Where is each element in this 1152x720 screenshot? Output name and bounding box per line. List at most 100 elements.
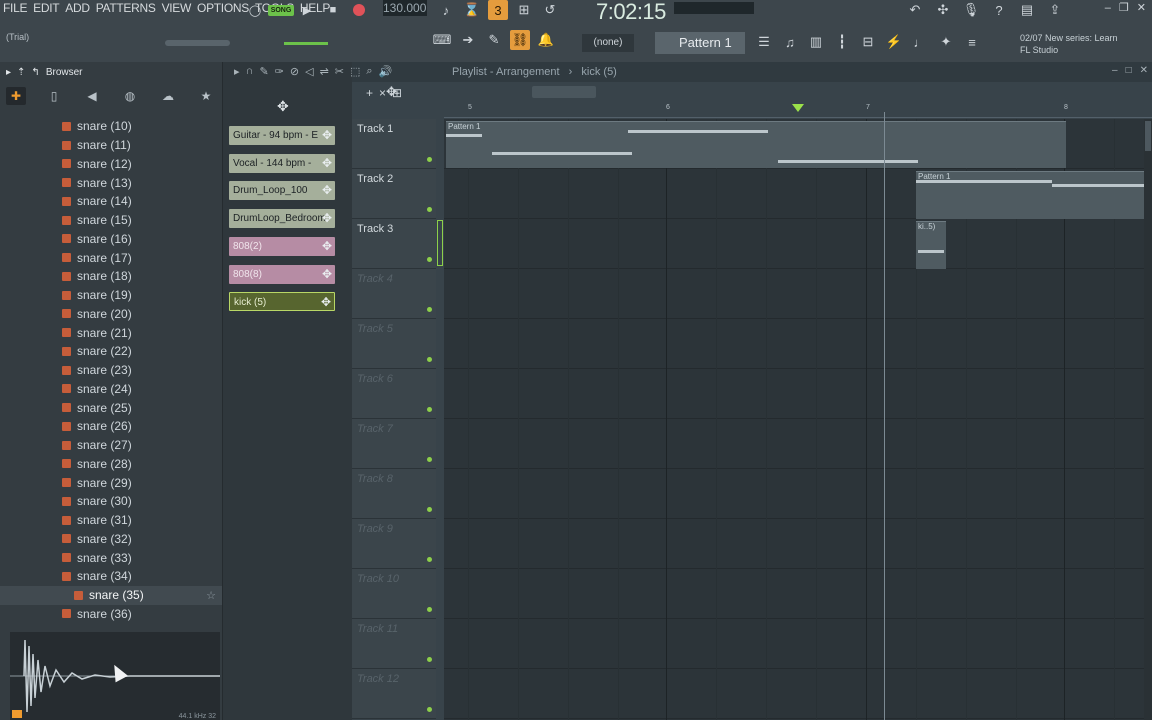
arrangement-grid[interactable]: Pattern 1 Pattern 1 ki..5) [444,119,1144,720]
picker-clip[interactable]: 808(2) ✥ [229,236,335,256]
pl-minimize-icon[interactable]: – [1112,65,1118,76]
browser-file-item[interactable]: snare (27) [0,436,222,455]
browser-file-item[interactable]: snare (25) [0,398,222,417]
wait-for-input-icon[interactable]: ⌛ [462,0,482,20]
browser-file-item[interactable]: snare (36) [0,605,222,624]
grid-row[interactable] [444,269,1144,319]
grid-row[interactable] [444,619,1144,669]
browser-file-item[interactable]: snare (31) [0,511,222,530]
playlist-clip[interactable]: Pattern 1 [916,171,1144,219]
play-button[interactable]: ▶ [297,1,317,19]
drag-handle-icon[interactable]: ✥ [322,126,332,145]
track-enable-led[interactable] [427,357,432,362]
menu-view[interactable]: VIEW [159,0,194,16]
playlist-icon[interactable]: ☰ [754,32,774,52]
picker-clip[interactable]: 808(8) ✥ [229,264,335,284]
piano-roll-icon[interactable]: ♫ [780,32,800,52]
browser-arrow-icon[interactable]: ▸ [6,67,11,78]
drag-handle-icon[interactable]: ✥ [322,154,332,173]
playlist-clip[interactable]: ki..5) [916,221,946,269]
browser-file-item[interactable]: snare (17) [0,248,222,267]
browser-file-item[interactable]: snare (34) [0,567,222,586]
drag-scroll-icon[interactable]: ✥ [386,84,397,100]
browser-file-item[interactable]: snare (14) [0,192,222,211]
pl-zoom-icon[interactable]: ⌕ [366,65,372,78]
picker-drag-handle-icon[interactable]: ✥ [277,98,289,115]
track-header[interactable]: Track 5 [352,319,436,369]
undo-icon[interactable]: ↶ [905,0,925,20]
browser-file-item[interactable]: snare (21) [0,323,222,342]
minimize-button[interactable]: – [1105,0,1111,16]
pl-pencil-icon[interactable]: ✎ [259,65,268,78]
track-header[interactable]: Track 6 [352,369,436,419]
pl-maximize-icon[interactable]: □ [1126,65,1132,76]
metronome-knob-icon[interactable]: ◯ [245,1,265,19]
all-files-tab-icon[interactable]: ✚ [6,87,26,105]
menu-icon[interactable]: ≡ [962,32,982,52]
grid-row[interactable] [444,419,1144,469]
save-icon[interactable]: ▤ [1017,0,1037,20]
playlist-clip[interactable]: Pattern 1 [446,121,1066,168]
browser-file-item[interactable]: snare (10) [0,117,222,136]
close-button[interactable]: ✕ [1137,0,1146,16]
browser-file-item[interactable]: snare (23) [0,361,222,380]
track-enable-led[interactable] [427,607,432,612]
drag-handle-icon[interactable]: ✥ [321,293,331,310]
pl-slip-icon[interactable]: ⇌ [320,65,329,78]
browser-file-item[interactable]: snare (19) [0,286,222,305]
grid-row[interactable] [444,469,1144,519]
browser-icon[interactable]: ⊟ [858,32,878,52]
browser-file-item[interactable]: snare (28) [0,455,222,474]
picker-clip[interactable]: Vocal - 144 bpm - ✥ [229,153,335,173]
track-header[interactable]: Track 1 [352,119,436,169]
link-icon[interactable]: ⛓ [510,30,530,50]
browser-back-icon[interactable]: ↰ [31,67,39,78]
export-icon[interactable]: ⇪ [1045,0,1065,20]
track-enable-led[interactable] [427,707,432,712]
pl-magnet-icon[interactable]: ∩ [246,65,254,78]
metronome-icon[interactable]: ♪ [436,0,456,20]
news-panel[interactable]: 02/07 New series: Learn FL Studio [1020,32,1118,56]
drag-handle-icon[interactable]: ✥ [322,265,332,284]
grid-row[interactable] [444,319,1144,369]
browser-file-item[interactable]: snare (11) [0,136,222,155]
track-header[interactable]: Track 4 [352,269,436,319]
channel-rack-icon[interactable]: ▥ [806,32,826,52]
master-volume-slider[interactable] [284,40,424,46]
menu-options[interactable]: OPTIONS [194,0,252,16]
current-project-tab-icon[interactable]: ▯ [44,87,64,105]
step-edit-icon[interactable]: ⊞ [514,0,534,20]
track-enable-led[interactable] [427,307,432,312]
track-header[interactable]: Track 12 [352,669,436,719]
grid-row[interactable] [444,369,1144,419]
arrow-icon[interactable]: ➔ [458,30,478,50]
menu-file[interactable]: FILE [0,0,30,16]
browser-file-item[interactable]: snare (32) [0,530,222,549]
favorite-star-icon[interactable]: ☆ [206,589,216,602]
picker-clip[interactable]: Drum_Loop_100 ✥ [229,181,335,201]
keyboard-icon[interactable]: ⌨ [432,30,452,50]
grid-row[interactable] [444,219,1144,269]
bell-icon[interactable]: 🔔 [536,30,556,50]
track-header[interactable]: Track 3 [352,219,436,269]
picker-clip[interactable]: kick (5) ✥ [229,292,335,312]
browser-file-item[interactable]: snare (15) [0,211,222,230]
menu-add[interactable]: ADD [62,0,92,16]
pl-select-icon[interactable]: ⬚ [350,65,360,78]
countdown-icon[interactable]: 3 [488,0,508,20]
track-enable-led[interactable] [427,407,432,412]
pl-playback-icon[interactable]: 🔊 [379,65,393,78]
track-enable-led[interactable] [427,557,432,562]
track-header[interactable]: Track 9 [352,519,436,569]
plugin-icon[interactable]: ⚡ [884,32,904,52]
browser-file-item[interactable]: snare (20) [0,305,222,324]
grid-row[interactable] [444,569,1144,619]
menu-patterns[interactable]: PATTERNS [93,0,159,16]
pl-options-icon[interactable]: ▸ [234,65,240,78]
track-header[interactable]: Track 11 [352,619,436,669]
track-enable-led[interactable] [427,207,432,212]
loop-record-icon[interactable]: ↺ [540,0,560,20]
microphone-icon[interactable]: 🎙 [961,0,981,20]
track-header[interactable]: Track 2 [352,169,436,219]
browser-file-item[interactable]: snare (12) [0,155,222,174]
